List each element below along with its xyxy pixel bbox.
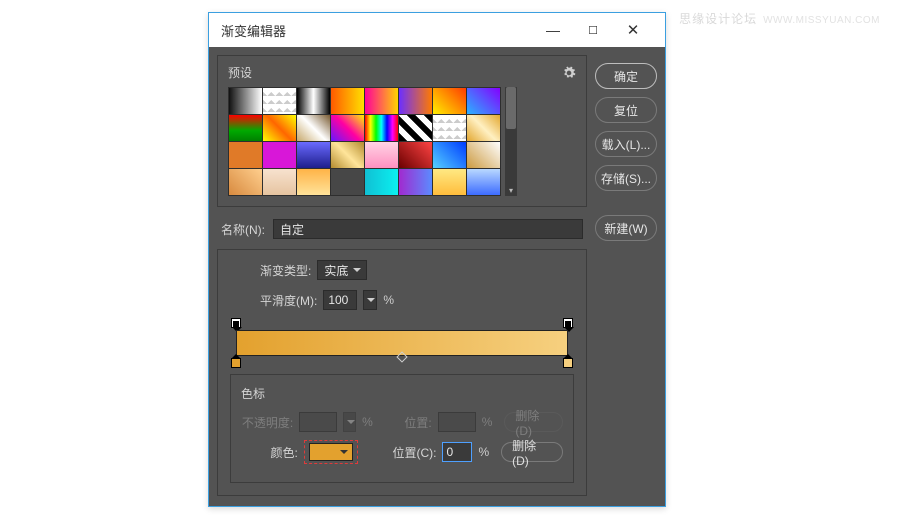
opacity-dropdown <box>343 412 356 432</box>
gradient-editor-window: 渐变编辑器 — ☐ ✕ 预设 <box>208 12 666 507</box>
preset-swatch[interactable] <box>365 88 398 114</box>
preset-swatch[interactable] <box>297 88 330 114</box>
color-stop-right[interactable] <box>563 358 573 368</box>
stops-header: 色标 <box>241 385 563 402</box>
color-swatch[interactable] <box>309 443 353 461</box>
window-maximize-button[interactable]: ☐ <box>573 24 613 37</box>
preset-swatch[interactable] <box>331 115 364 141</box>
opacity-label: 不透明度: <box>241 414 293 431</box>
preset-swatch[interactable] <box>399 142 432 168</box>
gear-icon[interactable] <box>562 66 576 80</box>
preset-swatch[interactable] <box>229 115 262 141</box>
scrollbar-thumb[interactable] <box>506 87 516 129</box>
preset-swatch[interactable] <box>263 88 296 114</box>
preset-swatch[interactable] <box>297 142 330 168</box>
dialog-actions: 确定 复位 载入(L)... 存储(S)... 新建(W) <box>595 55 657 496</box>
color-position-unit: % <box>478 445 489 459</box>
gradient-type-label: 渐变类型: <box>260 262 311 279</box>
opacity-unit: % <box>362 415 373 429</box>
color-label: 颜色: <box>241 444 298 461</box>
reset-button[interactable]: 复位 <box>595 97 657 123</box>
new-button[interactable]: 新建(W) <box>595 215 657 241</box>
gradient-bar[interactable] <box>236 330 568 356</box>
preset-swatch[interactable] <box>297 115 330 141</box>
preset-swatch[interactable] <box>229 142 262 168</box>
preset-swatch[interactable] <box>263 115 296 141</box>
preset-swatch[interactable] <box>399 169 432 195</box>
presets-label: 预设 <box>228 64 562 81</box>
color-stop-left[interactable] <box>231 358 241 368</box>
preset-swatch[interactable] <box>365 142 398 168</box>
opacity-position-label: 位置: <box>399 414 431 431</box>
gradient-settings-panel: 渐变类型: 实底 平滑度(M): % <box>217 249 587 496</box>
preset-swatch[interactable] <box>365 169 398 195</box>
preset-swatch[interactable] <box>263 169 296 195</box>
preset-swatch[interactable] <box>399 115 432 141</box>
preset-swatch[interactable] <box>229 169 262 195</box>
save-button[interactable]: 存储(S)... <box>595 165 657 191</box>
presets-panel: 预设 <box>217 55 587 207</box>
preset-swatch[interactable] <box>467 169 500 195</box>
gradient-type-select[interactable]: 实底 <box>317 260 367 280</box>
opacity-position-unit: % <box>482 415 493 429</box>
preset-swatch[interactable] <box>331 88 364 114</box>
opacity-input <box>299 412 337 432</box>
titlebar: 渐变编辑器 — ☐ ✕ <box>209 13 665 47</box>
window-close-button[interactable]: ✕ <box>613 21 653 39</box>
delete-opacity-stop-button: 删除(D) <box>504 412 563 432</box>
preset-swatch[interactable] <box>467 142 500 168</box>
delete-color-stop-button[interactable]: 删除(D) <box>501 442 563 462</box>
preset-swatch[interactable] <box>467 115 500 141</box>
window-title: 渐变编辑器 <box>221 21 286 40</box>
opacity-position-input <box>438 412 476 432</box>
presets-listbox[interactable]: ▾ <box>228 87 576 196</box>
ok-button[interactable]: 确定 <box>595 63 657 89</box>
preset-swatch[interactable] <box>297 169 330 195</box>
preset-swatch[interactable] <box>331 142 364 168</box>
preset-swatch[interactable] <box>433 115 466 141</box>
color-position-label: 位置(C): <box>386 444 437 461</box>
preset-swatch[interactable] <box>433 169 466 195</box>
preset-swatch[interactable] <box>399 88 432 114</box>
color-highlight-outline <box>304 440 358 464</box>
smoothness-dropdown[interactable] <box>363 290 377 310</box>
preset-swatch[interactable] <box>467 88 500 114</box>
preset-swatch[interactable] <box>331 169 364 195</box>
opacity-stop-right[interactable] <box>563 318 573 328</box>
smoothness-label: 平滑度(M): <box>260 292 317 309</box>
preset-swatch[interactable] <box>263 142 296 168</box>
name-label: 名称(N): <box>221 221 265 238</box>
preset-swatch[interactable] <box>365 115 398 141</box>
smoothness-input[interactable] <box>323 290 357 310</box>
presets-scrollbar[interactable]: ▾ <box>505 87 517 196</box>
preset-swatch[interactable] <box>433 142 466 168</box>
watermark: 思缘设计论坛WWW.MISSYUAN.COM <box>679 10 880 27</box>
preset-swatch[interactable] <box>229 88 262 114</box>
preset-swatch[interactable] <box>433 88 466 114</box>
chevron-down-icon[interactable]: ▾ <box>505 184 517 196</box>
opacity-stop-left[interactable] <box>231 318 241 328</box>
smoothness-unit: % <box>383 293 394 307</box>
name-input[interactable] <box>273 219 583 239</box>
color-position-input[interactable] <box>442 442 472 462</box>
load-button[interactable]: 载入(L)... <box>595 131 657 157</box>
stops-panel: 色标 不透明度: % 位置: % 删除(D) 颜色: <box>230 374 574 483</box>
window-minimize-button[interactable]: — <box>533 22 573 38</box>
